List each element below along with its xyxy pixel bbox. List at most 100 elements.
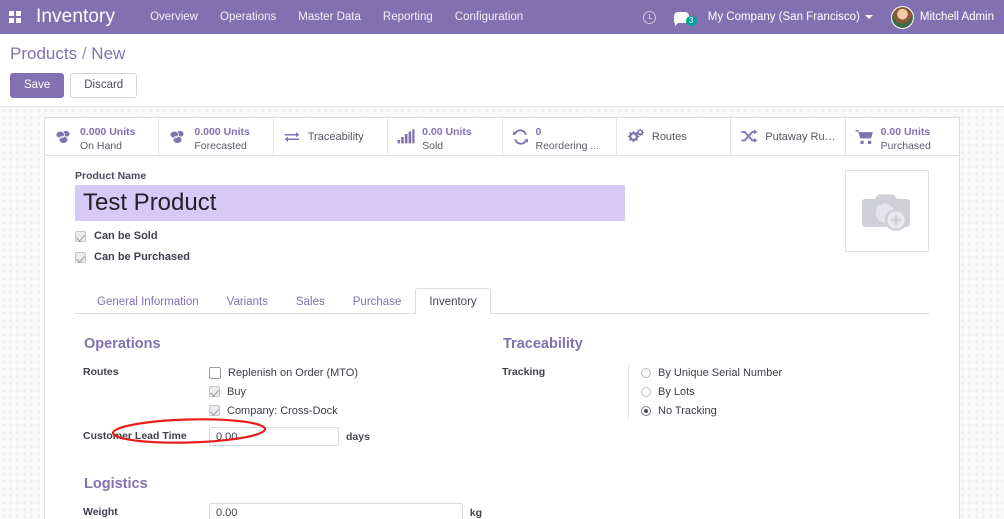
route-mto-checkbox[interactable] bbox=[209, 366, 221, 379]
tracking-lots-radio[interactable] bbox=[641, 386, 651, 397]
stat-button-sold[interactable]: 0.00 Units Sold bbox=[388, 118, 503, 155]
route-option-cross-dock[interactable]: Company: Cross-Dock bbox=[209, 401, 482, 420]
navbar-right-zone: 3 My Company (San Francisco) Mitchell Ad… bbox=[634, 0, 1004, 34]
tracking-none-label: No Tracking bbox=[658, 404, 717, 417]
apps-menu-button[interactable] bbox=[0, 0, 30, 34]
tab-purchase[interactable]: Purchase bbox=[339, 288, 416, 314]
boxes-icon bbox=[168, 129, 187, 145]
stat-label: Reordering ... bbox=[535, 139, 600, 152]
routes-label: Routes bbox=[83, 366, 119, 378]
app-brand-inventory[interactable]: Inventory bbox=[30, 6, 127, 28]
route-buy-checkbox[interactable] bbox=[209, 386, 220, 397]
can-be-purchased-checkbox[interactable] bbox=[75, 251, 86, 263]
customer-lead-time-field: Customer Lead Time days bbox=[83, 427, 482, 446]
stat-value: 0.000 Units bbox=[194, 125, 250, 138]
customer-lead-time-input[interactable] bbox=[209, 427, 339, 446]
weight-field: Weight kg bbox=[83, 503, 482, 519]
tab-variants[interactable]: Variants bbox=[213, 288, 282, 314]
tab-sales[interactable]: Sales bbox=[282, 288, 339, 314]
product-name-input[interactable] bbox=[75, 185, 625, 221]
stat-button-routes[interactable]: Routes bbox=[617, 118, 732, 155]
messages-counter-badge: 3 bbox=[685, 15, 697, 26]
stat-label: Routes bbox=[651, 130, 687, 143]
form-sheet: 0.000 Units On Hand 0.000 Units Forecast… bbox=[44, 117, 960, 519]
route-option-mto[interactable]: Replenish on Order (MTO) bbox=[209, 363, 482, 382]
bar-chart-icon bbox=[397, 129, 415, 144]
tab-inventory[interactable]: Inventory bbox=[415, 288, 491, 314]
stat-label: Putaway Rules bbox=[765, 130, 836, 143]
tracking-option-none[interactable]: No Tracking bbox=[641, 401, 901, 420]
can-be-sold-row[interactable]: Can be Sold bbox=[75, 230, 929, 242]
customer-lead-time-unit: days bbox=[346, 430, 370, 443]
tab-panel-inventory: Operations Routes Replenish on Order (MT… bbox=[75, 314, 929, 519]
menu-item-configuration[interactable]: Configuration bbox=[444, 5, 534, 29]
shopping-cart-icon bbox=[855, 129, 874, 145]
stat-button-putaway-rules[interactable]: Putaway Rules bbox=[731, 118, 846, 155]
menu-item-reporting[interactable]: Reporting bbox=[372, 5, 444, 29]
apps-grid-icon bbox=[9, 11, 21, 23]
shuffle-icon bbox=[740, 129, 758, 144]
menu-item-operations[interactable]: Operations bbox=[209, 5, 287, 29]
breadcrumb-item-current: New bbox=[91, 44, 126, 63]
tracking-option-lots[interactable]: By Lots bbox=[641, 382, 901, 401]
company-switcher[interactable]: My Company (San Francisco) bbox=[698, 11, 881, 23]
inventory-right-column: Traceability Tracking By Unique Serial N… bbox=[502, 336, 921, 519]
notebook-tabs: General Information Variants Sales Purch… bbox=[75, 288, 929, 314]
tracking-serial-radio[interactable] bbox=[641, 367, 651, 378]
inventory-left-column: Operations Routes Replenish on Order (MT… bbox=[83, 336, 502, 519]
chevron-down-icon bbox=[864, 15, 873, 19]
avatar bbox=[890, 5, 914, 29]
can-be-sold-checkbox[interactable] bbox=[75, 230, 86, 242]
can-be-sold-label: Can be Sold bbox=[94, 230, 158, 242]
breadcrumb-item-products[interactable]: Products bbox=[10, 44, 77, 63]
page-body: 0.000 Units On Hand 0.000 Units Forecast… bbox=[0, 107, 1004, 519]
menu-item-master-data[interactable]: Master Data bbox=[287, 5, 372, 29]
stat-button-traceability[interactable]: Traceability bbox=[274, 118, 389, 155]
exchange-arrows-icon bbox=[283, 130, 301, 144]
save-button[interactable]: Save bbox=[10, 73, 65, 98]
stat-label: On Hand bbox=[80, 139, 123, 152]
stat-value: 0.00 Units bbox=[880, 125, 931, 138]
menu-item-overview[interactable]: Overview bbox=[139, 5, 209, 29]
activities-button[interactable] bbox=[634, 10, 665, 24]
can-be-purchased-label: Can be Purchased bbox=[94, 251, 190, 263]
tracking-serial-label: By Unique Serial Number bbox=[658, 366, 783, 379]
product-form: Product Name Can be Sold Can be Purchase… bbox=[45, 156, 959, 519]
discard-button[interactable]: Discard bbox=[70, 73, 138, 98]
product-name-label: Product Name bbox=[75, 170, 147, 182]
stat-value: 0 bbox=[535, 125, 542, 138]
tracking-lots-label: By Lots bbox=[658, 385, 695, 398]
user-menu[interactable]: Mitchell Admin bbox=[881, 5, 998, 29]
stat-label: Traceability bbox=[307, 130, 364, 143]
logistics-group-title: Logistics bbox=[84, 476, 148, 492]
tab-general-information[interactable]: General Information bbox=[83, 288, 213, 314]
company-name: My Company (San Francisco) bbox=[707, 11, 860, 23]
tracking-label: Tracking bbox=[502, 366, 546, 378]
product-image-upload[interactable] bbox=[845, 170, 929, 252]
route-option-buy[interactable]: Buy bbox=[209, 382, 482, 401]
stat-button-on-hand[interactable]: 0.000 Units On Hand bbox=[45, 118, 160, 155]
routes-field: Routes Replenish on Order (MTO) Buy Comp… bbox=[83, 363, 482, 420]
stat-button-forecasted[interactable]: 0.000 Units Forecasted bbox=[159, 118, 274, 155]
route-mto-label: Replenish on Order (MTO) bbox=[228, 366, 359, 379]
messages-button[interactable]: 3 bbox=[665, 11, 698, 26]
tracking-none-radio[interactable] bbox=[641, 405, 651, 416]
tracking-option-serial[interactable]: By Unique Serial Number bbox=[641, 363, 901, 382]
stat-button-reordering-rules[interactable]: 0 Reordering ... bbox=[503, 118, 617, 155]
stat-label: Sold bbox=[422, 139, 444, 152]
route-cross-dock-checkbox[interactable] bbox=[209, 405, 220, 416]
gears-icon bbox=[626, 128, 645, 145]
stat-button-purchased[interactable]: 0.00 Units Purchased bbox=[846, 118, 959, 155]
stat-label: Purchased bbox=[880, 139, 931, 152]
operations-group-title: Operations bbox=[84, 336, 161, 352]
weight-unit: kg bbox=[469, 506, 482, 519]
weight-input[interactable] bbox=[209, 503, 463, 519]
customer-lead-time-label: Customer Lead Time bbox=[83, 430, 187, 442]
weight-label: Weight bbox=[83, 506, 118, 518]
record-action-buttons: Save Discard bbox=[10, 73, 1004, 98]
refresh-icon bbox=[512, 128, 529, 145]
can-be-purchased-row[interactable]: Can be Purchased bbox=[75, 251, 929, 263]
user-name-label: Mitchell Admin bbox=[919, 11, 994, 23]
main-menu: Overview Operations Master Data Reportin… bbox=[139, 5, 534, 29]
breadcrumb: Products / New bbox=[10, 44, 1004, 64]
